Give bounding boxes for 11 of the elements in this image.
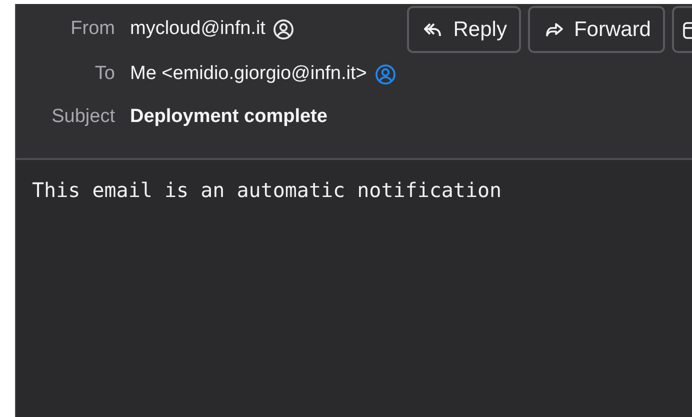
forward-icon	[544, 20, 564, 38]
message-body: This email is an automatic notification	[32, 178, 503, 202]
field-label: Subject	[50, 106, 116, 128]
address-link[interactable]: Me <emidio.giorgio@infn.it>	[130, 63, 367, 85]
reply-icon	[423, 20, 444, 38]
field-label: From	[70, 18, 116, 40]
forward-button[interactable]: Forward	[528, 6, 665, 53]
field-label: To	[94, 63, 116, 85]
subject-text: Deployment complete	[130, 106, 328, 128]
address-link[interactable]: mycloud@infn.it	[130, 18, 266, 40]
reply-button[interactable]: Reply	[407, 6, 521, 53]
